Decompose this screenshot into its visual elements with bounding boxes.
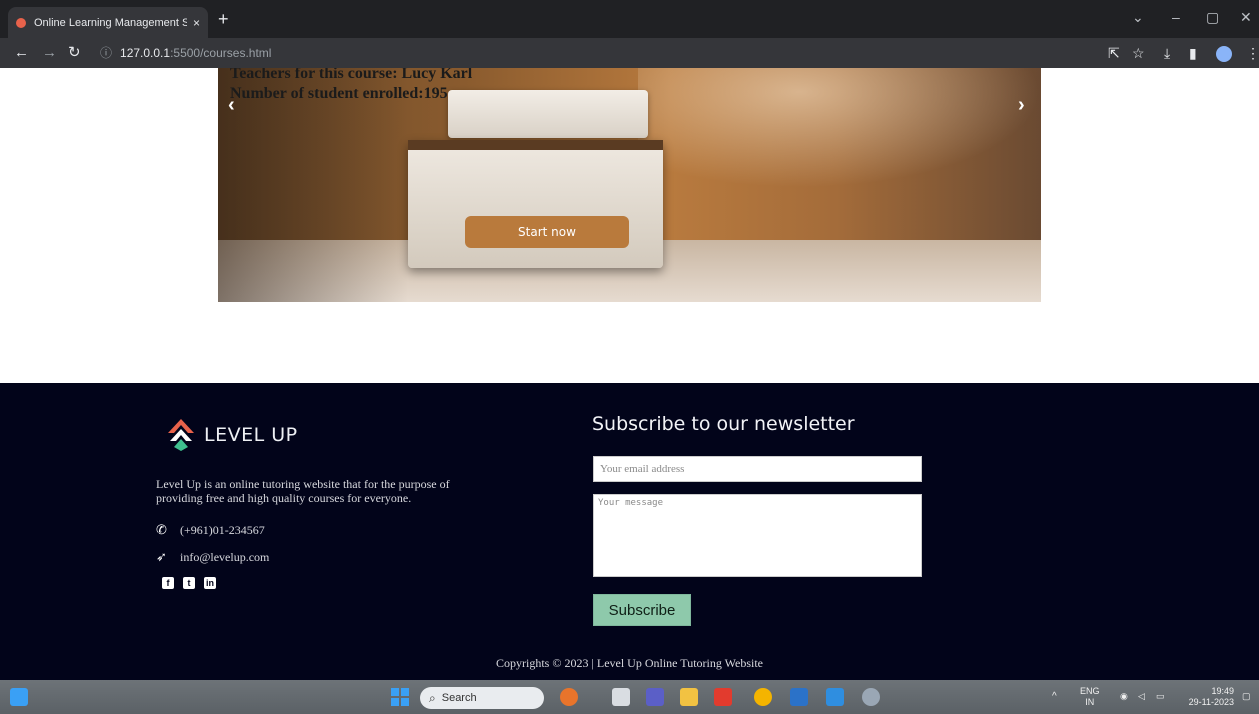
close-window-button[interactable]: ✕: [1240, 9, 1252, 26]
word-icon[interactable]: [790, 688, 808, 706]
reload-icon[interactable]: ↻: [68, 43, 81, 63]
course-teachers: Teachers for this course: Lucy Karl: [230, 68, 473, 82]
start-now-button[interactable]: Start now: [465, 216, 629, 248]
footer-logo[interactable]: LEVEL UP: [168, 419, 298, 451]
share-icon[interactable]: ⇱: [1108, 44, 1120, 62]
task-view-icon[interactable]: [612, 688, 630, 706]
footer-about: Level Up is an online tutoring website t…: [156, 477, 450, 505]
twitter-icon[interactable]: t: [183, 577, 195, 589]
file-explorer-icon[interactable]: [680, 688, 698, 706]
minimize-button[interactable]: –: [1172, 9, 1180, 25]
wifi-icon[interactable]: ◉: [1120, 691, 1128, 702]
search-icon: ⌕: [429, 690, 436, 705]
site-info-icon[interactable]: ⓘ: [100, 46, 112, 60]
language-code: ENG: [1080, 686, 1100, 696]
url-path: :5500/courses.html: [170, 46, 272, 60]
social-links: f t in: [162, 577, 216, 589]
newsletter-email-input[interactable]: [593, 456, 922, 482]
taskbar-search[interactable]: ⌕ Search: [420, 687, 544, 709]
email-address[interactable]: info@levelup.com: [180, 550, 269, 565]
site-footer: LEVEL UP Level Up is an online tutoring …: [0, 383, 1259, 680]
tab-close-icon[interactable]: ×: [193, 16, 200, 30]
maximize-button[interactable]: ▢: [1206, 9, 1219, 26]
url-host: 127.0.0.1: [120, 46, 171, 60]
teams-icon[interactable]: [646, 688, 664, 706]
clock[interactable]: 19:49 29-11-2023: [1178, 686, 1234, 708]
tab-title: Online Learning Management S: [34, 16, 187, 29]
carousel-next-button[interactable]: ›: [1018, 94, 1025, 117]
facebook-icon[interactable]: f: [162, 577, 174, 589]
start-button[interactable]: [391, 688, 409, 706]
copilot-icon[interactable]: [560, 688, 578, 706]
send-icon: ➶: [156, 549, 167, 564]
newsletter-message-input[interactable]: [593, 494, 922, 577]
footer-phone: ✆ (+961)01-234567: [156, 522, 265, 538]
show-hidden-icons[interactable]: ^: [1052, 691, 1057, 702]
youtube-icon[interactable]: [714, 688, 732, 706]
browser-toolbar: ← → ↻ ⓘ 127.0.0.1:5500/courses.html ⇱ ☆ ⤓…: [0, 38, 1259, 68]
phone-number: (+961)01-234567: [180, 522, 265, 537]
notifications-icon[interactable]: ▢: [1242, 691, 1251, 702]
browser-tab[interactable]: Online Learning Management S ×: [8, 7, 208, 38]
tab-search-icon[interactable]: ⌄: [1132, 9, 1144, 26]
background-light: [638, 68, 1041, 188]
profile-avatar[interactable]: [1216, 46, 1232, 62]
windows-taskbar: ⌕ Search ^ ENG IN ◉ ◁ ▭ 19:49 29-11-2023…: [0, 680, 1259, 714]
course-info: Teachers for this course: Lucy Karl Numb…: [230, 68, 472, 104]
address-bar[interactable]: ⓘ 127.0.0.1:5500/courses.html: [100, 44, 271, 62]
copyright-text: Copyrights © 2023 | Level Up Online Tuto…: [496, 656, 763, 670]
language-indicator[interactable]: ENG IN: [1080, 686, 1100, 708]
download-icon[interactable]: ⤓: [1164, 44, 1170, 62]
menu-icon[interactable]: ⋮: [1246, 44, 1259, 62]
book-top: [448, 90, 648, 138]
book-bottom: [408, 140, 663, 268]
settings-icon[interactable]: [862, 688, 880, 706]
chrome-icon[interactable]: [754, 688, 772, 706]
bookmark-star-icon[interactable]: ☆: [1132, 44, 1145, 62]
course-enrolled: Number of student enrolled:195: [230, 85, 448, 102]
forward-icon[interactable]: →: [42, 43, 57, 63]
side-panel-icon[interactable]: ▮: [1189, 44, 1197, 62]
vscode-icon[interactable]: [826, 688, 844, 706]
taskbar-search-label: Search: [441, 692, 477, 704]
new-tab-button[interactable]: +: [218, 9, 229, 29]
carousel-prev-button[interactable]: ‹: [228, 94, 235, 117]
region-code: IN: [1085, 697, 1095, 707]
footer-email: ➶ info@levelup.com: [156, 549, 269, 565]
level-up-logo-icon: [168, 419, 194, 451]
phone-icon: ✆: [156, 522, 167, 537]
widgets-icon[interactable]: [10, 688, 28, 706]
favicon-icon: [16, 17, 26, 28]
volume-icon[interactable]: ◁: [1138, 691, 1145, 702]
newsletter-title: Subscribe to our newsletter: [592, 413, 855, 435]
back-icon[interactable]: ←: [14, 43, 29, 63]
linkedin-icon[interactable]: in: [204, 577, 216, 589]
course-carousel: Teachers for this course: Lucy Karl Numb…: [218, 68, 1041, 302]
browser-tab-strip: Online Learning Management S × + ⌄ – ▢ ✕: [0, 0, 1259, 38]
subscribe-button[interactable]: Subscribe: [593, 594, 691, 626]
logo-text: LEVEL UP: [204, 424, 298, 446]
battery-icon[interactable]: ▭: [1156, 691, 1165, 702]
clock-date: 29-11-2023: [1188, 697, 1234, 707]
clock-time: 19:49: [1211, 686, 1234, 696]
